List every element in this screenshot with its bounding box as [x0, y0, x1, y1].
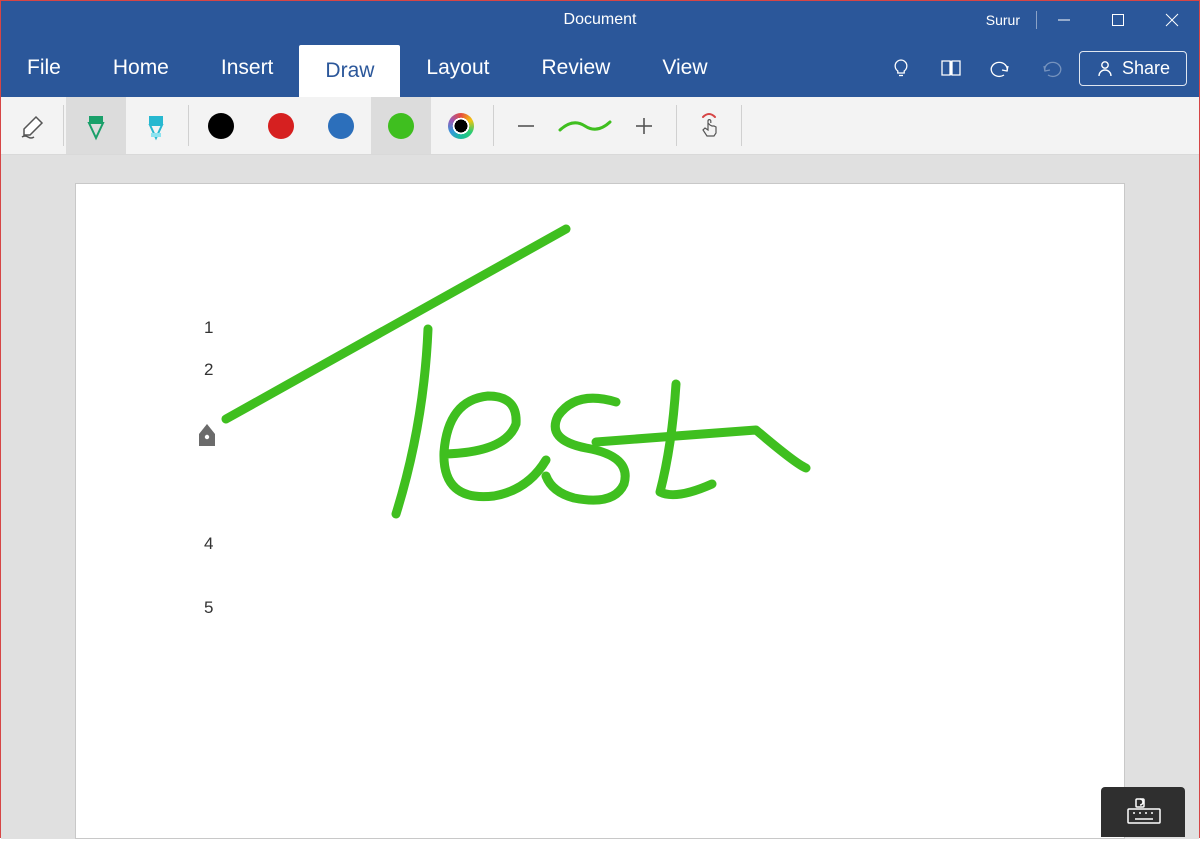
ink-stroke-test: [226, 229, 806, 514]
redo-icon: [1039, 57, 1063, 79]
user-name[interactable]: Surur: [970, 12, 1036, 28]
share-button[interactable]: Share: [1079, 51, 1187, 86]
thinner-button[interactable]: [496, 97, 556, 154]
color-blue[interactable]: [311, 97, 371, 154]
black-color-icon: [208, 113, 234, 139]
touch-keyboard-button[interactable]: [1101, 787, 1185, 837]
read-mode-button[interactable]: [929, 48, 973, 88]
eraser-tool[interactable]: [1, 97, 61, 154]
tab-home[interactable]: Home: [87, 39, 195, 97]
line-number: 4: [204, 534, 213, 554]
minimize-icon: [1057, 13, 1071, 27]
blue-color-icon: [328, 113, 354, 139]
plus-icon: [633, 115, 655, 137]
highlighter-tool[interactable]: [126, 97, 186, 154]
separator: [741, 105, 742, 146]
title-bar: Document Surur: [1, 1, 1199, 39]
thicker-button[interactable]: [614, 97, 674, 154]
red-color-icon: [268, 113, 294, 139]
text-cursor-handle[interactable]: [198, 424, 216, 455]
line-number: 1: [204, 318, 213, 338]
minimize-button[interactable]: [1037, 1, 1091, 39]
redo-button[interactable]: [1029, 48, 1073, 88]
touch-draw-icon: [695, 111, 723, 141]
tab-insert[interactable]: Insert: [195, 39, 300, 97]
separator: [188, 105, 189, 146]
undo-icon: [989, 57, 1013, 79]
cursor-handle-icon: [198, 424, 216, 450]
pen-icon: [83, 111, 109, 141]
draw-toolbar: [1, 97, 1199, 155]
close-button[interactable]: [1145, 1, 1199, 39]
color-black[interactable]: [191, 97, 251, 154]
ink-layer: [76, 184, 1126, 864]
keyboard-icon: [1122, 797, 1164, 827]
separator: [63, 105, 64, 146]
maximize-button[interactable]: [1091, 1, 1145, 39]
lightbulb-icon: [890, 57, 912, 79]
workspace: 1 2 4 5: [1, 155, 1199, 839]
highlighter-icon: [143, 111, 169, 141]
eraser-icon: [16, 111, 46, 141]
ribbon-tabs: File Home Insert Draw Layout Review View: [1, 39, 1199, 97]
color-wheel-icon: [448, 113, 474, 139]
document-title: Document: [564, 11, 637, 29]
separator: [676, 105, 677, 146]
line-number: 5: [204, 598, 213, 618]
color-red[interactable]: [251, 97, 311, 154]
document-page[interactable]: 1 2 4 5: [75, 183, 1125, 839]
tab-draw[interactable]: Draw: [299, 45, 400, 97]
touch-draw-button[interactable]: [679, 97, 739, 154]
book-icon: [939, 57, 963, 79]
person-icon: [1096, 59, 1114, 77]
stroke-preview: [556, 97, 614, 154]
undo-button[interactable]: [979, 48, 1023, 88]
tab-layout[interactable]: Layout: [400, 39, 515, 97]
green-color-icon: [388, 113, 414, 139]
color-picker[interactable]: [431, 97, 491, 154]
tab-review[interactable]: Review: [515, 39, 636, 97]
minus-icon: [515, 115, 537, 137]
maximize-icon: [1111, 13, 1125, 27]
pen-tool[interactable]: [66, 97, 126, 154]
tab-view[interactable]: View: [636, 39, 733, 97]
tab-file[interactable]: File: [1, 39, 87, 97]
tell-me-button[interactable]: [879, 48, 923, 88]
line-number: 2: [204, 360, 213, 380]
color-green[interactable]: [371, 97, 431, 154]
share-label: Share: [1122, 58, 1170, 79]
separator: [493, 105, 494, 146]
stroke-sample-icon: [557, 114, 613, 138]
close-icon: [1165, 13, 1179, 27]
